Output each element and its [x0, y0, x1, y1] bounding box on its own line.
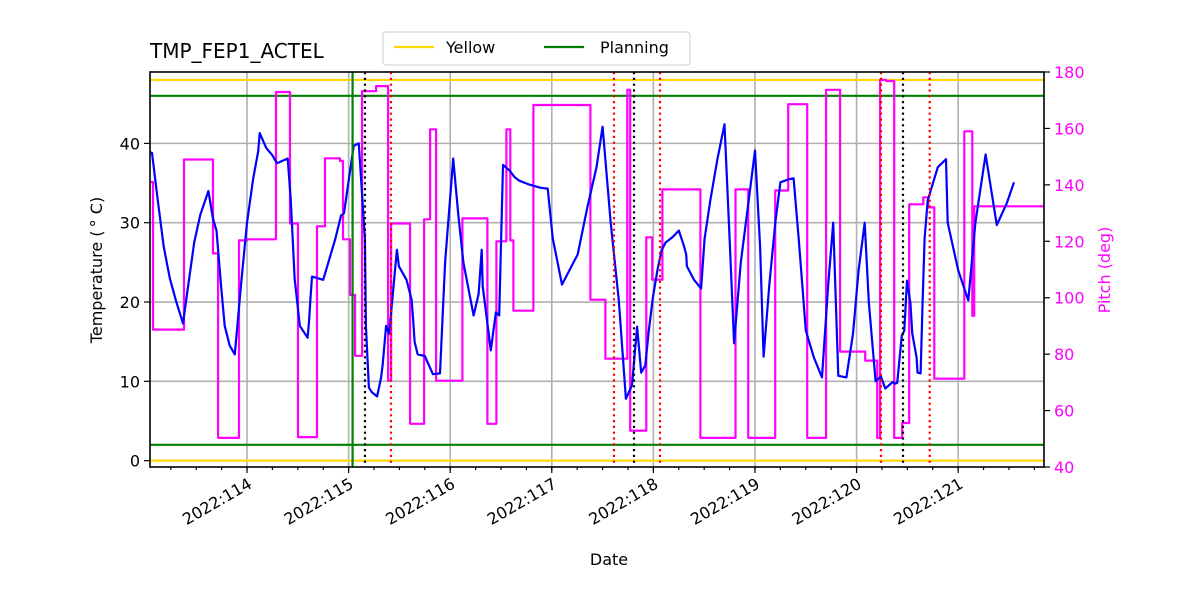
x-tick-label: 2022:120	[789, 474, 865, 529]
y2-axis-ticks: 40 60 80 100 120 140 160 180	[1044, 63, 1085, 477]
legend-label-planning: Planning	[600, 38, 669, 57]
x-tick-label: 2022:114	[179, 474, 255, 529]
y-axis-title: Temperature ( ° C)	[87, 197, 106, 344]
x-tick-label: 2022:117	[484, 474, 560, 529]
event-lines	[351, 72, 931, 467]
series	[149, 78, 1044, 439]
x-tick-label: 2022:116	[382, 474, 458, 529]
x-axis-title: Date	[590, 550, 628, 569]
x-axis-ticks: 2022:114 2022:115 2022:116 2022:117 2022:118…	[170, 467, 1035, 529]
y2-tick-label: 40	[1054, 458, 1074, 477]
y2-tick-label: 140	[1054, 176, 1085, 195]
pitch-series-line	[150, 78, 1044, 439]
chart: 2022:114 2022:115 2022:116 2022:117 2022:118…	[87, 31, 1114, 569]
y2-tick-label: 160	[1054, 119, 1085, 138]
y-tick-label: 0	[130, 452, 140, 471]
y2-axis-title: Pitch (deg)	[1095, 227, 1114, 314]
temperature-series-line	[149, 123, 1016, 400]
legend: Yellow Planning	[382, 31, 691, 66]
y2-tick-label: 80	[1054, 345, 1074, 364]
legend-label-yellow: Yellow	[445, 38, 495, 57]
x-tick-label: 2022:115	[281, 474, 357, 529]
y2-tick-label: 100	[1054, 289, 1085, 308]
y-tick-label: 20	[120, 293, 140, 312]
chart-title: TMP_FEP1_ACTEL	[149, 39, 325, 63]
y-tick-label: 10	[120, 372, 140, 391]
y-tick-label: 30	[120, 214, 140, 233]
x-tick-label: 2022:118	[585, 474, 661, 529]
y2-tick-label: 60	[1054, 402, 1074, 421]
x-tick-label: 2022:121	[890, 474, 966, 529]
x-tick-label: 2022:119	[687, 474, 763, 529]
y2-tick-label: 180	[1054, 63, 1085, 82]
y2-tick-label: 120	[1054, 232, 1085, 251]
y-axis-ticks: 0 10 20 30 40	[120, 134, 150, 471]
y-tick-label: 40	[120, 134, 140, 153]
